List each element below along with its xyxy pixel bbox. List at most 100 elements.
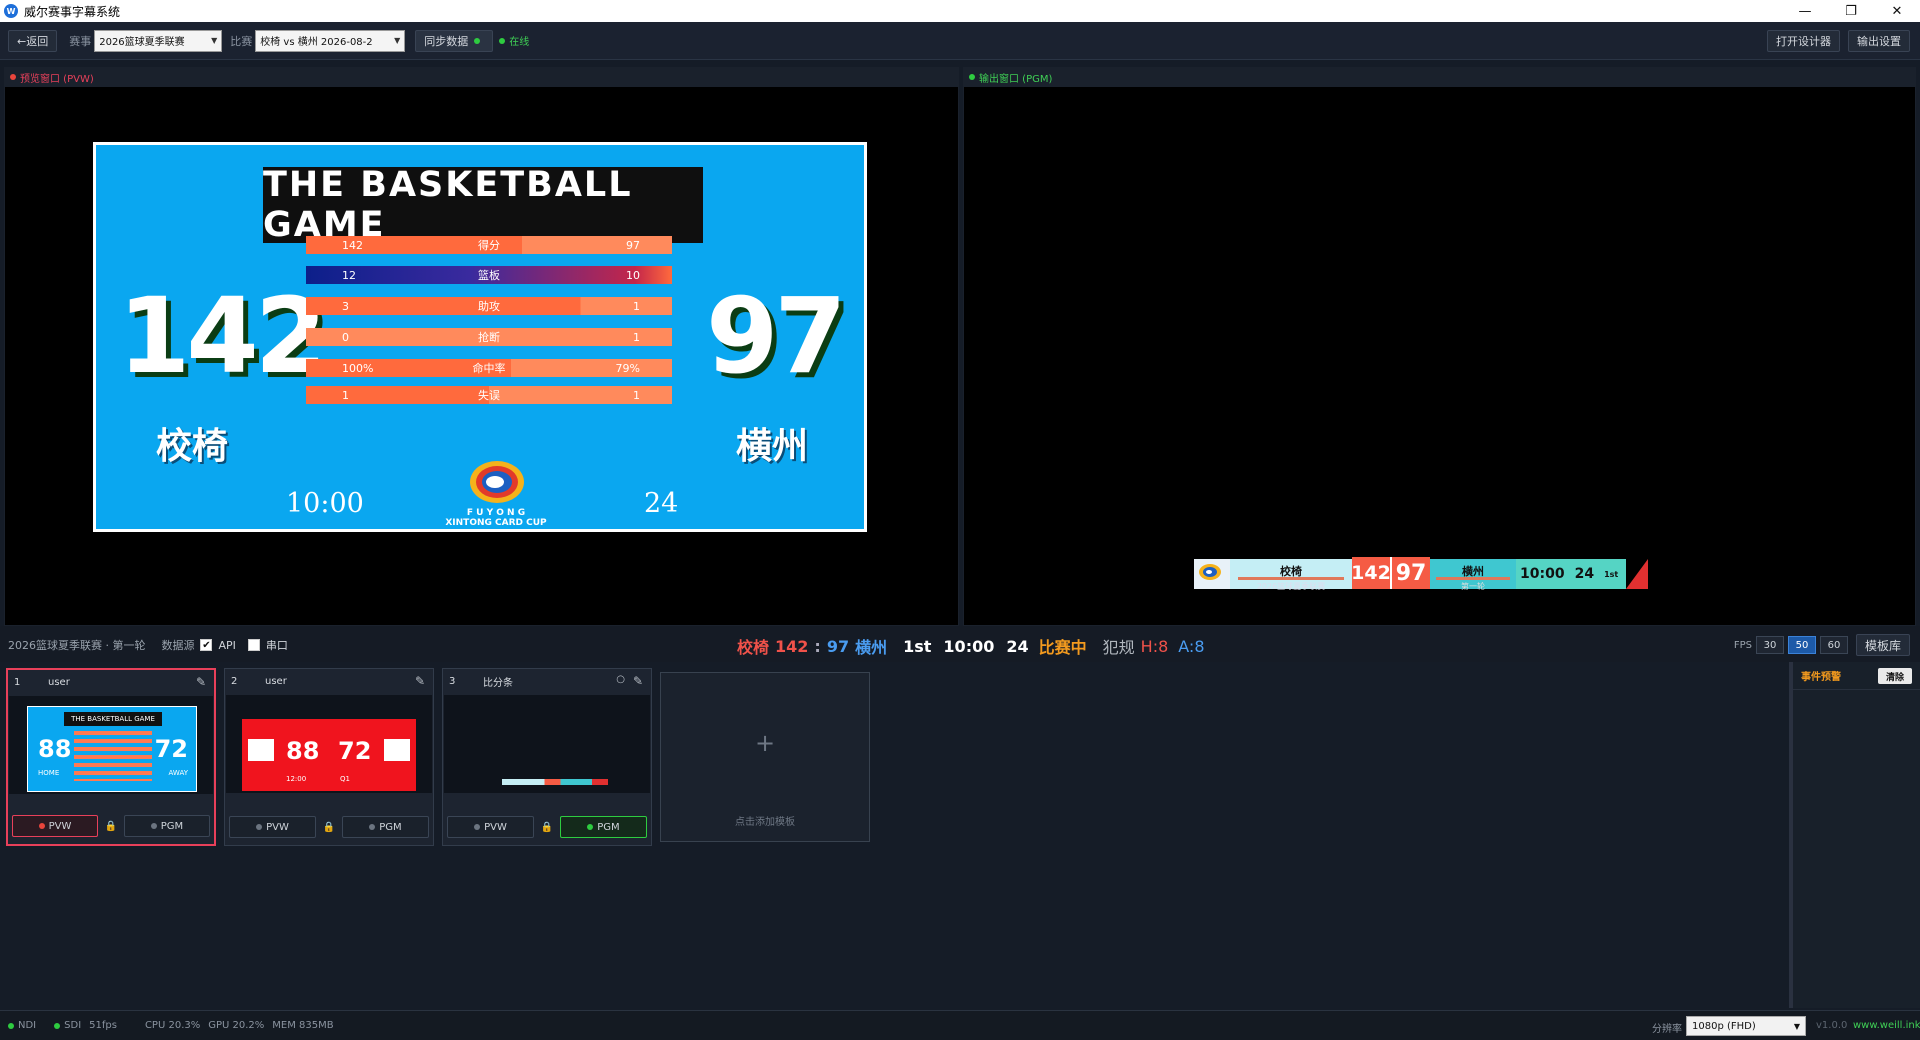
shot-clock: 24 — [644, 488, 679, 519]
pgm-label: PGM — [597, 821, 620, 833]
pvw-dot-icon — [38, 823, 45, 829]
template-name: user — [265, 675, 287, 687]
edit-pencil-icon[interactable]: ✎ — [196, 675, 206, 689]
template-thumbnail: 88 72 12:00 Q1 — [226, 695, 432, 793]
template-library-button[interactable]: 模板库 — [1855, 634, 1910, 656]
thumb-away-logo-icon — [384, 739, 410, 761]
preview-panel: 预览窗口 (PVW) THE BASKETBALL GAME 142 97 校椅… — [4, 67, 959, 626]
stat-label: 失误 — [478, 389, 500, 402]
close-button[interactable]: ✕ — [1874, 0, 1920, 22]
stat-label: 得分 — [478, 239, 500, 252]
minimize-button[interactable]: — — [1782, 0, 1828, 22]
cup-logo-text: F U Y O N G XINTONG CARD CUP — [436, 508, 556, 528]
lock-icon[interactable]: 🔒 — [104, 819, 118, 833]
program-screen[interactable]: 校椅 2026篮球夏季联赛 142 97 横州 第一轮 10:00 24 1st — [964, 87, 1915, 625]
chevron-down-icon: ▼ — [394, 36, 401, 45]
template-3-pvw-button[interactable]: PVW — [447, 816, 534, 838]
sdi-status-dot — [54, 1022, 61, 1029]
plus-icon: + — [754, 729, 776, 757]
fps-60-button[interactable]: 60 — [1819, 636, 1848, 654]
match-select-value: 校椅 vs 横州 2026-08-2 — [260, 37, 373, 48]
pgm-dot-icon — [369, 824, 376, 830]
status-bar: NDI SDI 51fps CPU 20.3% GPU 20.2% MEM 83… — [0, 1010, 1920, 1040]
event-alert-header: 事件预警 清除 — [1793, 662, 1920, 690]
ndi-label: NDI — [18, 1020, 37, 1031]
stat-label: 篮板 — [478, 269, 500, 282]
event-alert-panel: 事件预警 清除 — [1789, 662, 1920, 1008]
fps-control: FPS 30 50 60 模板库 — [1734, 634, 1910, 656]
preview-title: 预览窗口 (PVW) — [20, 73, 94, 85]
program-dot-icon — [969, 74, 975, 80]
maximize-button[interactable]: ❐ — [1828, 0, 1874, 22]
template-card-1[interactable]: 1 user ✎ THE BASKETBALL GAME 88 72 HOME … — [6, 668, 216, 846]
resolution-select[interactable]: 1080p (FHD) ▼ — [1686, 1016, 1806, 1036]
chevron-down-icon: ▼ — [211, 36, 218, 45]
program-header: 输出窗口 (PGM) — [963, 67, 1916, 87]
stat-row: 142 得分 97 — [306, 236, 672, 254]
template-3-pgm-button[interactable]: PGM — [560, 816, 647, 838]
add-template-hint: 点击添加模板 — [735, 817, 795, 828]
preview-screen[interactable]: THE BASKETBALL GAME 142 97 校椅 横州 10:00 2… — [5, 87, 958, 625]
stat-row: 100% 命中率 79% — [306, 359, 672, 377]
fps-label: FPS — [1733, 639, 1752, 651]
sdi-label: SDI — [64, 1020, 82, 1031]
online-label: 在线 — [509, 37, 530, 48]
scoreboard-title: THE BASKETBALL GAME — [263, 165, 703, 245]
fouls-label: 犯规 — [1102, 638, 1135, 657]
template-1-pvw-button[interactable]: PVW — [12, 815, 98, 837]
template-2-pgm-button[interactable]: PGM — [342, 816, 429, 838]
lower-third-logo-icon — [1194, 559, 1230, 589]
pvw-dot-icon — [474, 824, 481, 830]
edit-pencil-icon[interactable]: ✎ — [415, 674, 425, 688]
memory-usage: MEM 835MB — [272, 1020, 334, 1031]
output-settings-button[interactable]: 输出设置 — [1848, 30, 1910, 52]
game-status-strip: 2026篮球夏季联赛 · 第一轮 数据源 ✔ API 串口 校椅 142 : 9… — [0, 626, 1920, 662]
thumb-away-score: 72 — [338, 737, 372, 765]
event-alert-title: 事件预警 — [1801, 672, 1841, 683]
thumb-clock: 12:00 — [286, 775, 307, 783]
stat-away-value: 1 — [633, 388, 640, 402]
template-card-header: 1 user ✎ — [8, 670, 214, 694]
api-checkbox[interactable]: ✔ — [200, 639, 213, 651]
sync-data-button[interactable]: 同步数据 — [415, 29, 494, 52]
lower-third-clock-box: 10:00 24 1st — [1516, 559, 1648, 589]
template-1-pgm-button[interactable]: PGM — [124, 815, 210, 837]
thumb-away-label: AWAY — [168, 769, 188, 777]
circle-icon[interactable]: ○ — [616, 674, 625, 685]
cpu-usage: CPU 20.3% — [144, 1020, 201, 1031]
template-thumbnail: THE BASKETBALL GAME 88 72 HOME AWAY — [9, 696, 213, 794]
resolution-value: 1080p (FHD) — [1692, 1020, 1756, 1032]
template-card-3[interactable]: 3 比分条 ○ ✎ PVW 🔒 PGM — [442, 668, 652, 846]
red-corner-shape — [1626, 559, 1648, 589]
pgm-label: PGM — [160, 820, 184, 832]
back-button[interactable]: ←返回 — [8, 29, 58, 52]
lock-icon[interactable]: 🔒 — [322, 820, 336, 834]
thumb-stat-bars — [74, 731, 152, 781]
lock-icon[interactable]: 🔒 — [540, 820, 554, 834]
resolution-label: 分辨率 — [1652, 1024, 1682, 1035]
fps-30-button[interactable]: 30 — [1755, 636, 1784, 654]
stat-row: 3 助攻 1 — [306, 297, 672, 315]
thumb-away-score: 72 — [154, 735, 188, 763]
lower-third-home: 校椅 2026篮球夏季联赛 — [1230, 559, 1352, 591]
cup-logo-line-1: F U Y O N G — [466, 508, 526, 518]
serial-checkbox[interactable] — [247, 639, 260, 651]
pvw-label: PVW — [484, 821, 507, 833]
fps-50-button[interactable]: 50 — [1787, 636, 1816, 654]
clear-events-button[interactable]: 清除 — [1878, 668, 1912, 684]
thumb-scoreboard: THE BASKETBALL GAME 88 72 HOME AWAY — [27, 706, 197, 792]
app-logo-icon: W — [4, 4, 18, 18]
template-card-2[interactable]: 2 user ✎ 88 72 12:00 Q1 PVW 🔒 PGM — [224, 668, 434, 846]
program-panel: 输出窗口 (PGM) 校椅 2026篮球夏季联赛 142 97 横州 第一轮 1… — [963, 67, 1916, 626]
website-link[interactable]: www.weill.ink — [1853, 1020, 1920, 1031]
match-select[interactable]: 校椅 vs 横州 2026-08-2 ▼ — [255, 29, 406, 52]
template-2-pvw-button[interactable]: PVW — [229, 816, 316, 838]
edit-pencil-icon[interactable]: ✎ — [633, 674, 643, 688]
lower-third-away-score: 97 — [1390, 557, 1430, 589]
match-context: 2026篮球夏季联赛 · 第一轮 — [8, 639, 146, 652]
event-select[interactable]: 2026篮球夏季联赛 ▼ — [94, 29, 223, 52]
open-designer-button[interactable]: 打开设计器 — [1767, 30, 1840, 52]
add-template-button[interactable]: + 点击添加模板 — [660, 672, 870, 842]
ndi-status-dot — [8, 1022, 14, 1029]
datasource-label: 数据源 — [161, 639, 195, 652]
